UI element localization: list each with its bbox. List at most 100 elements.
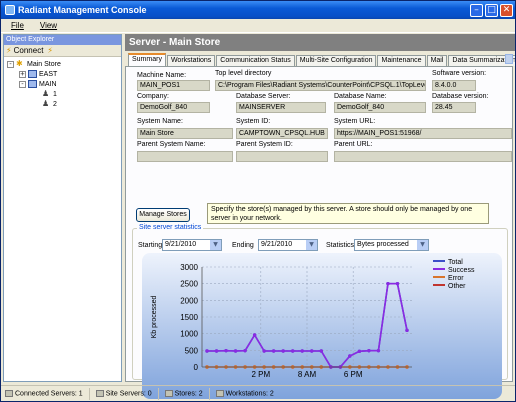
divider	[208, 387, 210, 400]
data-point-success	[243, 348, 247, 353]
software-version-field: 8.4.0.0	[432, 80, 476, 91]
legend-label-error: Error	[448, 275, 464, 282]
disconnect-icon: ⚡	[47, 46, 54, 55]
tab-workstations[interactable]: Workstations	[166, 55, 216, 66]
tree-item-workstation-2[interactable]: ♟ 2	[4, 99, 121, 109]
y-axis-label: Kb processed	[151, 295, 158, 338]
company-label: Company:	[137, 93, 169, 100]
data-point-success	[357, 349, 362, 354]
server-icon	[95, 389, 104, 397]
x-tick-label: 8 AM	[298, 370, 317, 379]
data-point-success	[319, 349, 323, 353]
data-point-success	[367, 348, 371, 353]
status-bar: Connected Servers: 1 Site Servers: 0 Sto…	[1, 385, 515, 401]
database-version-label: Database version:	[432, 93, 489, 100]
y-tick-label: 1000	[180, 330, 198, 339]
manage-stores-button[interactable]: Manage Stores	[136, 208, 190, 222]
ending-label: Ending	[232, 242, 254, 249]
parent-system-name-field	[137, 151, 233, 162]
title-bar[interactable]: Radiant Management Console – □ ✕	[1, 1, 515, 19]
starting-date-value: 9/21/2010	[165, 241, 197, 248]
starting-date-picker[interactable]: 9/21/2010 ▼	[162, 239, 222, 251]
app-icon	[5, 5, 15, 15]
expand-icon[interactable]: +	[19, 70, 26, 78]
tab-multi-site-configuration[interactable]: Multi-Site Configuration	[295, 55, 377, 66]
stores-text: Stores: 2	[174, 390, 203, 398]
tab-summary[interactable]: Summary	[128, 53, 166, 66]
tab-scroll-button[interactable]	[505, 54, 513, 64]
disconnect-button[interactable]: ⚡	[47, 46, 53, 55]
chevron-down-icon[interactable]: ▼	[417, 240, 428, 250]
manage-stores-info: Specify the store(s) managed by this ser…	[207, 203, 489, 224]
database-version-field: 28.45	[432, 102, 476, 113]
legend-label-success: Success	[448, 267, 475, 274]
store-icon	[164, 389, 173, 397]
data-point-success	[405, 328, 409, 333]
tree-item-label: EAST	[39, 70, 58, 78]
explorer-header: Object Explorer	[4, 35, 121, 45]
statistics-group-label: Site server statistics	[137, 224, 204, 231]
system-url-field: https://MAIN_POS1:51968/	[334, 128, 512, 139]
connected-servers-status: Connected Servers: 1	[5, 389, 83, 397]
tree-item-east[interactable]: + EAST	[4, 69, 121, 79]
server-icon	[28, 70, 37, 78]
collapse-icon[interactable]: -	[7, 60, 14, 68]
data-point-success	[291, 349, 295, 353]
server-icon	[28, 80, 37, 88]
site-servers-status: Site Servers: 0	[95, 389, 152, 397]
tree-item-label: Main Store	[27, 60, 61, 68]
workstation-icon: ♟	[42, 89, 50, 98]
stores-status: Stores: 2	[164, 389, 203, 398]
statistics-select-value: Bytes processed	[357, 241, 409, 248]
chevron-down-icon[interactable]: ▼	[306, 240, 317, 250]
parent-url-label: Parent URL:	[334, 141, 373, 148]
data-point-success	[300, 349, 304, 353]
object-explorer: Object Explorer ⚡ Connect ⚡ - ✱ Main Sto…	[3, 34, 122, 382]
parent-url-field	[334, 151, 512, 162]
menu-file[interactable]: File	[1, 21, 30, 30]
statistics-chart: 0 500 1000 1500 2000 2500 3000 2 PM 8 AM 6 PM Kb p…	[142, 253, 502, 399]
legend-label-other: Other	[448, 283, 466, 290]
ending-date-picker[interactable]: 9/21/2010 ▼	[258, 239, 318, 251]
connect-button[interactable]: ⚡ Connect	[6, 46, 43, 55]
menu-bar: File View	[1, 19, 515, 33]
top-level-dir-field: C:\Program Files\Radiant Systems\Counter…	[215, 80, 426, 91]
statistics-select[interactable]: Bytes processed ▼	[354, 239, 429, 251]
data-point-success	[205, 349, 209, 353]
connection-icon	[5, 389, 13, 397]
menu-view[interactable]: View	[30, 21, 63, 30]
workstations-status: Workstations: 2	[215, 389, 274, 398]
y-tick-label: 0	[194, 363, 199, 372]
tab-mail[interactable]: Mail	[426, 55, 448, 66]
company-field: DemoGolf_840	[137, 102, 210, 113]
tree-item-label: MAIN	[39, 80, 57, 88]
system-url-label: System URL:	[334, 118, 376, 125]
tree-item-workstation-1[interactable]: ♟ 1	[4, 89, 121, 99]
parent-system-id-label: Parent System ID:	[236, 141, 293, 148]
machine-name-field: MAIN_POS1	[137, 80, 210, 91]
data-point-success	[395, 281, 400, 286]
summary-tab-body: Machine Name: MAIN_POS1 Top level direct…	[125, 66, 513, 399]
minimize-button[interactable]: –	[470, 3, 483, 17]
workstations-text: Workstations: 2	[225, 390, 274, 398]
data-point-success	[376, 348, 381, 353]
parent-system-id-field	[236, 151, 328, 162]
statistics-label: Statistics	[326, 242, 355, 249]
tree-item-main[interactable]: - MAIN	[4, 79, 121, 89]
maximize-button[interactable]: □	[485, 3, 498, 17]
collapse-icon[interactable]: -	[19, 80, 26, 88]
y-tick-label: 500	[185, 346, 199, 355]
server-tree: - ✱ Main Store + EAST - MAIN ♟ 1 ♟ 2	[4, 57, 121, 109]
tab-communication-status[interactable]: Communication Status	[216, 55, 295, 66]
explorer-toolbar: ⚡ Connect ⚡	[4, 45, 121, 57]
starting-label: Starting	[138, 242, 163, 249]
tab-maintenance[interactable]: Maintenance	[377, 55, 426, 66]
top-level-dir-label: Top level directory	[215, 70, 272, 77]
store-star-icon: ✱	[16, 59, 23, 68]
tree-item-main-store[interactable]: - ✱ Main Store	[4, 59, 121, 69]
tree-item-label: 2	[53, 100, 57, 108]
connect-label: Connect	[13, 46, 44, 55]
data-point-success	[233, 349, 238, 353]
chevron-down-icon[interactable]: ▼	[210, 240, 221, 250]
close-button[interactable]: ✕	[500, 3, 513, 17]
